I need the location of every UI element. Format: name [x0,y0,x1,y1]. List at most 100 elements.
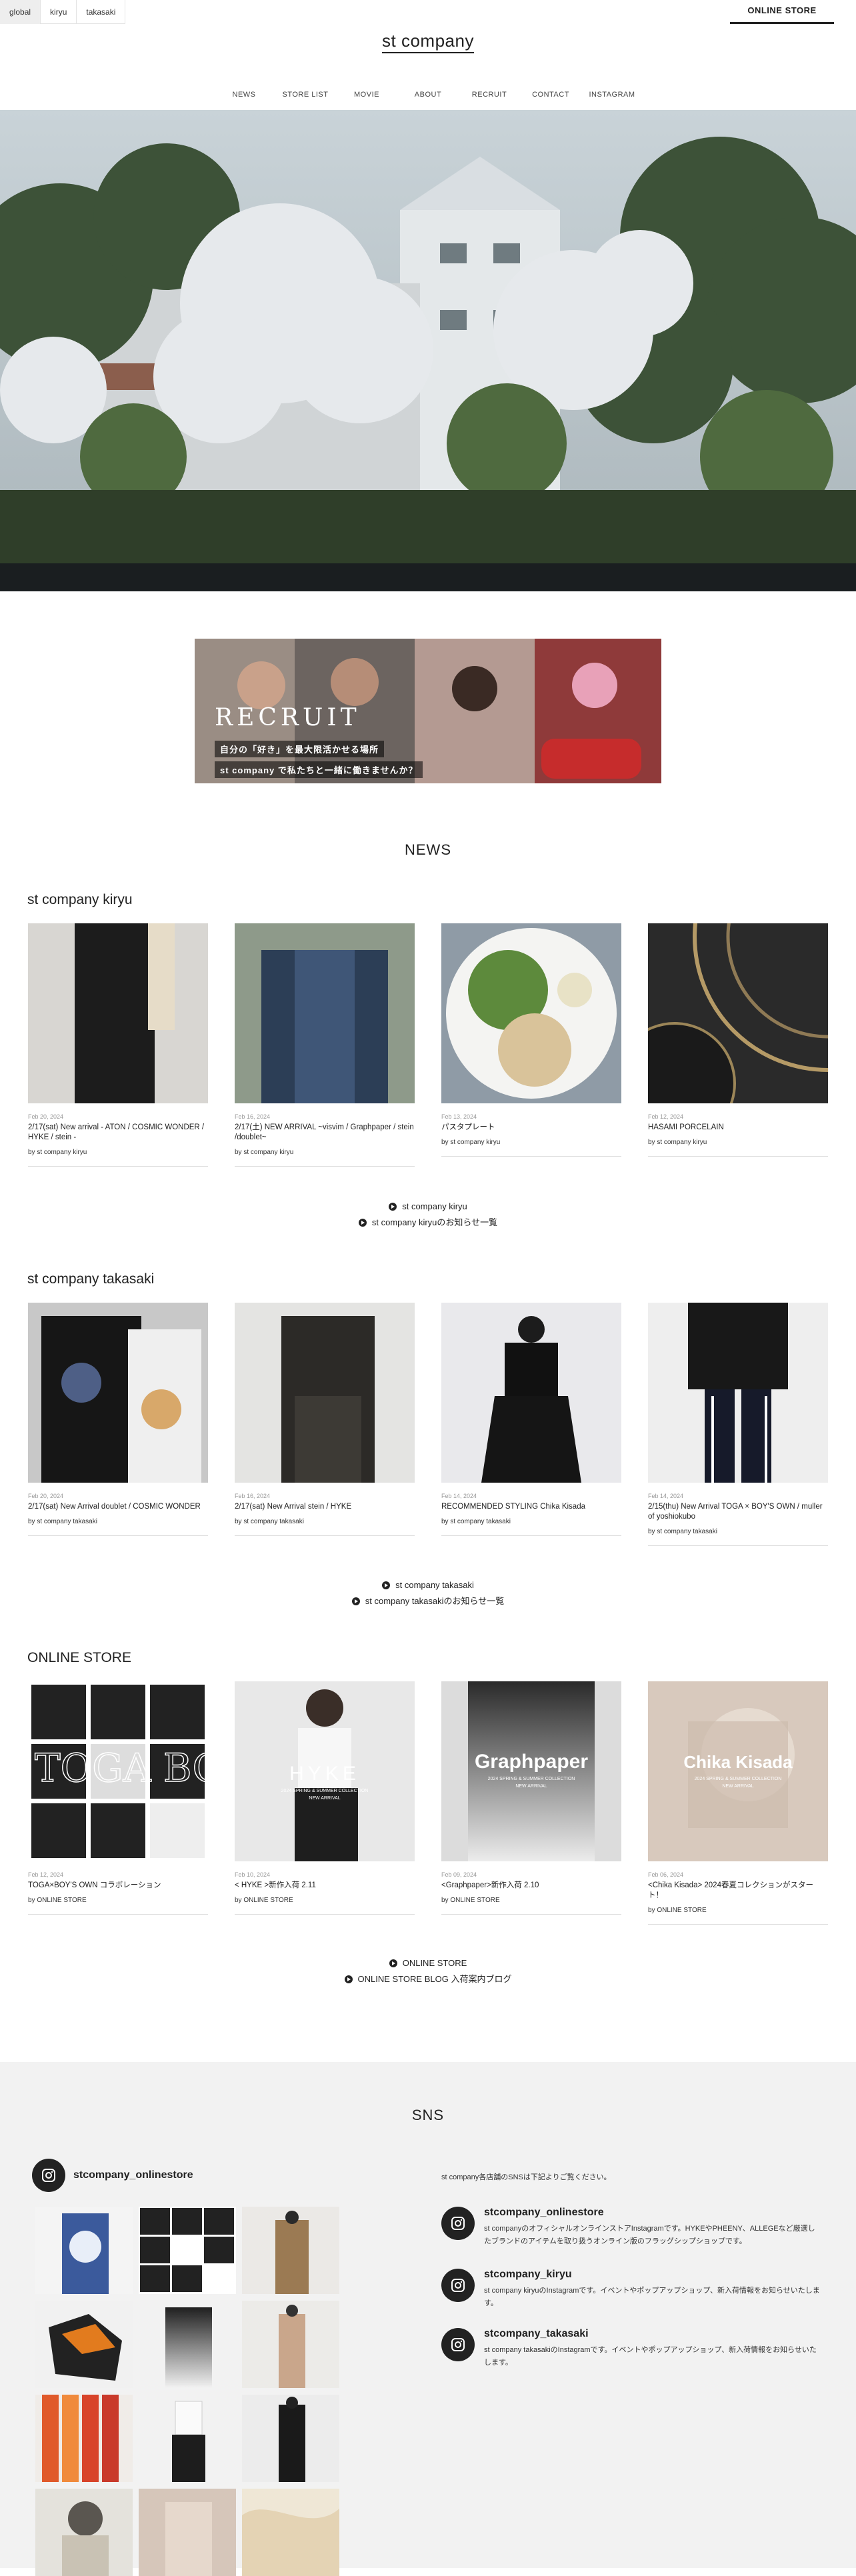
news-title[interactable]: 2/17(sat) New Arrival stein / HYKE [235,1502,415,1512]
arrow-circle-icon [344,1975,353,1983]
nav-recruit[interactable]: RECRUIT [459,91,520,99]
site-logo[interactable]: st company [0,31,856,53]
news-title[interactable]: RECOMMENDED STYLING Chika Kisada [441,1502,621,1512]
recruit-banner[interactable]: RECRUIT 自分の「好き」を最大限活かせる場所 st company で私た… [195,639,661,783]
instagram-post[interactable] [139,2489,236,2576]
global-nav: NEWS STORE LIST MOVIE ABOUT RECRUIT CONT… [0,91,856,99]
news-title[interactable]: <Chika Kisada> 2024春夏コレクションがスタート！ [648,1881,828,1901]
news-title[interactable]: TOGA×BOY'S OWN コラボレーション [28,1881,208,1891]
store-tab-global[interactable]: global [0,0,41,24]
brand-overlay-text: HYKE [289,1763,360,1785]
online-store-button[interactable]: ONLINE STORE [730,0,834,24]
news-thumbnail[interactable]: Chika Kisada 2024 SPRING & SUMMER COLLEC… [648,1681,828,1861]
news-thumbnail[interactable] [648,923,828,1103]
news-thumbnail[interactable] [235,923,415,1103]
nav-news[interactable]: NEWS [213,91,275,99]
account-name[interactable]: stcompany_takasaki [484,2328,821,2340]
takasaki-store-link[interactable]: st company takasaki [395,1577,474,1593]
recruit-title: RECRUIT [215,704,361,731]
instagram-post[interactable] [35,2207,133,2294]
store-tab-takasaki[interactable]: takasaki [77,0,126,24]
instagram-post[interactable] [35,2301,133,2388]
nav-movie[interactable]: MOVIE [336,91,397,99]
instagram-grid [35,2207,340,2576]
news-card[interactable]: Graphpaper 2024 SPRING & SUMMER COLLECTI… [441,1681,621,1915]
news-thumbnail[interactable] [28,923,208,1103]
recruit-tagline-2: st company で私たちと一緒に働きませんか？ [215,761,423,778]
news-title[interactable]: 2/15(thu) New Arrival TOGA × BOY'S OWN /… [648,1502,828,1522]
news-thumbnail[interactable] [28,1303,208,1483]
news-card[interactable]: Feb 14, 2024 RECOMMENDED STYLING Chika Ki… [441,1303,621,1536]
news-title[interactable]: HASAMI PORCELAIN [648,1123,828,1133]
takasaki-news-list-link[interactable]: st company takasakiのお知らせ一覧 [365,1593,505,1609]
online-blog-link[interactable]: ONLINE STORE BLOG 入荷案内ブログ [358,1971,512,1987]
instagram-icon [441,2207,475,2240]
news-card[interactable]: HYKE 2024 SPRING & SUMMER COLLECTION NEW… [235,1681,415,1915]
news-title[interactable]: 2/17(土) NEW ARRIVAL ~visvim / Graphpaper… [235,1123,415,1143]
divider [441,1156,621,1157]
instagram-post[interactable] [35,2489,133,2576]
news-card[interactable]: Feb 16, 2024 2/17(土) NEW ARRIVAL ~visvim … [235,923,415,1167]
online-store-link[interactable]: ONLINE STORE [403,1955,467,1971]
news-title[interactable]: 2/17(sat) New arrival - ATON / COSMIC WO… [28,1123,208,1143]
instagram-post[interactable] [242,2489,339,2576]
account-name[interactable]: stcompany_onlinestore [484,2207,821,2219]
sns-account[interactable]: stcompany_kiryu st company kiryuのInstagra… [441,2269,821,2310]
instagram-post[interactable] [242,2207,339,2294]
collab-overlay-text: TOGA BOY'S OWN [35,1745,208,1791]
nav-contact[interactable]: CONTACT [520,91,581,99]
news-title[interactable]: < HYKE >新作入荷 2.11 [235,1881,415,1891]
instagram-post[interactable] [139,2207,236,2294]
news-thumbnail[interactable]: TOGA BOY'S OWN [28,1681,208,1861]
nav-about[interactable]: ABOUT [397,91,459,99]
news-author: by st company kiryu [235,1149,294,1156]
store-switcher: global kiryu takasaki [0,0,126,24]
news-author: by st company takasaki [235,1518,304,1525]
news-card[interactable]: Feb 13, 2024 パスタプレート by st company kiryu [441,923,621,1157]
store-tab-kiryu[interactable]: kiryu [41,0,77,24]
hero-image [0,110,856,591]
online-links: ONLINE STORE ONLINE STORE BLOG 入荷案内ブログ [0,1955,856,1987]
news-card[interactable]: Feb 20, 2024 2/17(sat) New Arrival double… [28,1303,208,1536]
arrival-subtitle: NEW ARRIVAL [722,1784,753,1789]
kiryu-news-list-link[interactable]: st company kiryuのお知らせ一覧 [372,1215,497,1231]
kiryu-store-link[interactable]: st company kiryu [402,1199,467,1215]
account-name[interactable]: stcompany_kiryu [484,2269,821,2281]
news-heading: NEWS [405,841,451,858]
instagram-post[interactable] [35,2395,133,2482]
instagram-feed-header[interactable]: stcompany_onlinestore [32,2159,193,2192]
news-card[interactable]: Feb 16, 2024 2/17(sat) New Arrival stein … [235,1303,415,1536]
divider [648,1545,828,1546]
news-card[interactable]: Feb 14, 2024 2/15(thu) New Arrival TOGA ×… [648,1303,828,1546]
news-author: by st company kiryu [441,1139,501,1146]
sns-account[interactable]: stcompany_takasaki st company takasakiのIn… [441,2328,821,2369]
news-thumbnail[interactable]: HYKE 2024 SPRING & SUMMER COLLECTION NEW… [235,1681,415,1861]
instagram-post[interactable] [139,2395,236,2482]
news-card[interactable]: Feb 20, 2024 2/17(sat) New arrival - ATON… [28,923,208,1167]
instagram-post[interactable] [242,2301,339,2388]
nav-instagram[interactable]: INSTAGRAM [581,91,643,99]
news-date: Feb 20, 2024 [28,1493,64,1499]
divider [441,1914,621,1915]
online-store-heading: ONLINE STORE [27,1650,131,1665]
news-author: by ONLINE STORE [28,1897,87,1904]
news-thumbnail[interactable] [235,1303,415,1483]
news-date: Feb 20, 2024 [28,1113,64,1120]
sns-account[interactable]: stcompany_onlinestore st companyのオフィシャルオン… [441,2207,821,2248]
arrival-subtitle: NEW ARRIVAL [515,1784,547,1789]
instagram-post[interactable] [139,2301,236,2388]
news-title[interactable]: <Graphpaper>新作入荷 2.10 [441,1881,621,1891]
instagram-post[interactable] [242,2395,339,2482]
news-card[interactable]: Feb 12, 2024 HASAMI PORCELAIN by st compan… [648,923,828,1157]
news-title[interactable]: 2/17(sat) New Arrival doublet / COSMIC W… [28,1502,208,1512]
nav-store-list[interactable]: STORE LIST [275,91,336,99]
arrow-circle-icon [382,1581,391,1589]
news-card[interactable]: Chika Kisada 2024 SPRING & SUMMER COLLEC… [648,1681,828,1925]
divider [28,1535,208,1536]
news-title[interactable]: パスタプレート [441,1123,621,1133]
news-card[interactable]: TOGA BOY'S OWN Feb 12, 2024 TOGA×BOY'S OW… [28,1681,208,1915]
news-thumbnail[interactable] [441,923,621,1103]
news-thumbnail[interactable] [441,1303,621,1483]
news-thumbnail[interactable]: Graphpaper 2024 SPRING & SUMMER COLLECTI… [441,1681,621,1861]
news-thumbnail[interactable] [648,1303,828,1483]
